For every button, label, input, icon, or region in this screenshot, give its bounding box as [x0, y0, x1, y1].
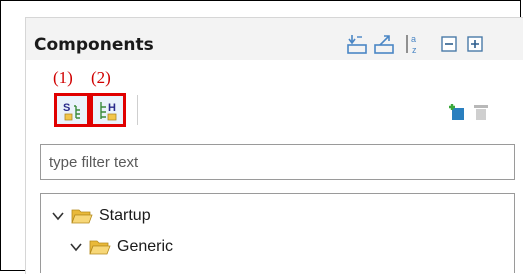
export-icon[interactable]	[374, 33, 394, 55]
folder-open-icon	[71, 209, 93, 224]
import-icon[interactable]	[347, 33, 367, 55]
annotation-1: (1)	[53, 68, 73, 87]
sort-alpha-icon[interactable]: az	[403, 33, 423, 55]
component-tree: Startup Generic	[40, 193, 515, 273]
svg-text:z: z	[412, 45, 417, 55]
filter-input[interactable]	[40, 144, 515, 180]
hardware-view-icon: H	[100, 102, 117, 121]
svg-text:a: a	[411, 34, 416, 44]
hardware-view-button[interactable]: H	[90, 93, 126, 127]
component-view-button[interactable]: S	[54, 93, 90, 127]
tree-item-label: Startup	[99, 207, 151, 224]
tree-item-generic[interactable]: Generic	[69, 234, 173, 260]
expand-all-icon[interactable]	[466, 33, 486, 55]
component-view-icon: S	[63, 102, 80, 121]
remove-component-icon[interactable]	[470, 100, 492, 122]
chevron-down-icon[interactable]	[69, 240, 83, 254]
add-component-icon[interactable]	[446, 100, 468, 122]
collapse-all-icon[interactable]	[440, 33, 460, 55]
folder-open-icon	[89, 240, 111, 255]
tree-item-label: Generic	[117, 238, 174, 255]
svg-text:H: H	[108, 102, 116, 114]
annotation-2: (2)	[91, 68, 111, 87]
tree-item-startup[interactable]: Startup	[51, 203, 151, 229]
panel-title: Components	[34, 35, 154, 55]
svg-text:S: S	[63, 102, 70, 114]
toolbar-separator	[137, 95, 138, 125]
chevron-down-icon[interactable]	[51, 209, 65, 223]
